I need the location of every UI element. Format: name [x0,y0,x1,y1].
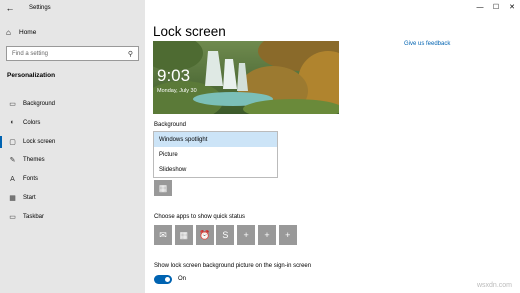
main-content: — ☐ ✕ Lock screen Give us feedback 9:03 … [145,0,520,293]
sidebar-nav: ▭ Background ◐ Colors ▢ Lock screen ✎ Th… [0,95,145,227]
sidebar-item-themes[interactable]: ✎ Themes [0,151,145,169]
plus-icon: + [285,230,291,240]
image-icon: ▭ [9,101,16,108]
home-icon: ⌂ [6,28,11,37]
window-controls: — ☐ ✕ [472,0,520,14]
back-arrow-icon[interactable]: ← [3,1,17,15]
maximize-icon[interactable]: ☐ [488,0,504,14]
page-title: Lock screen [153,24,226,39]
search-input[interactable]: Find a setting ⚲ [6,46,139,61]
alarm-icon: ⏰ [198,229,211,240]
dropdown-option-picture[interactable]: Picture [154,147,277,162]
sidebar-item-fonts[interactable]: A Fonts [0,170,145,188]
dropdown-option-slideshow[interactable]: Slideshow [154,162,277,177]
plus-icon: + [243,230,249,240]
calendar-icon: ▦ [179,229,189,240]
calendar-icon: ▦ [158,182,168,193]
quick-status-alarm-button[interactable]: ⏰ [195,225,214,245]
start-icon: ▦ [9,194,16,202]
minimize-icon[interactable]: — [472,0,488,14]
quick-status-mail-button[interactable]: ✉ [154,225,172,245]
search-placeholder: Find a setting [12,50,49,57]
sidebar-item-label: Start [23,194,36,201]
lock-screen-preview: 9:03 Monday, July 30 [153,41,339,114]
close-icon[interactable]: ✕ [504,0,520,14]
preview-date: Monday, July 30 [157,88,197,94]
sidebar-item-label: Lock screen [23,138,56,145]
show-bg-signin-label: Show lock screen background picture on t… [154,263,312,269]
preview-time: 9:03 [157,66,191,85]
sidebar-item-background[interactable]: ▭ Background [0,95,145,113]
background-dropdown[interactable]: Windows spotlight Picture Slideshow [153,131,278,178]
sidebar-item-label: Themes [23,157,45,164]
window-title: Settings [29,5,51,11]
sidebar-item-start[interactable]: ▦ Start [0,189,145,207]
background-label: Background [154,122,187,128]
skype-icon: S [222,230,229,240]
quick-status-add-button[interactable]: + [278,225,297,245]
plus-icon: + [264,230,270,240]
sidebar-item-taskbar[interactable]: ▭ Taskbar [0,208,145,226]
settings-window: ← Settings ⌂ Home Find a setting ⚲ Perso… [0,0,520,293]
detailed-status-app-button[interactable]: ▦ [154,180,172,196]
sidebar-item-label: Background [23,101,56,107]
mail-icon: ✉ [159,229,167,240]
sidebar-item-lock-screen[interactable]: ▢ Lock screen [0,133,145,151]
show-bg-signin-toggle[interactable] [154,275,172,284]
toggle-state-label: On [178,276,187,282]
sidebar: ← Settings ⌂ Home Find a setting ⚲ Perso… [0,0,145,293]
brush-icon: ✎ [9,157,16,165]
lock-screen-icon: ▢ [9,138,16,146]
sidebar-item-label: Fonts [23,176,39,183]
quick-status-add-button[interactable]: + [257,225,276,245]
feedback-link[interactable]: Give us feedback [404,41,450,47]
title-bar: ← Settings [0,0,145,16]
quick-status-skype-button[interactable]: S [216,225,235,245]
palette-icon: ◐ [10,119,15,127]
section-title: Personalization [7,72,56,79]
taskbar-icon: ▭ [9,213,16,221]
font-icon: A [10,175,15,183]
sidebar-item-colors[interactable]: ◐ Colors [0,114,145,132]
home-label: Home [19,29,37,36]
watermark: wsxdn.com [476,282,512,289]
toggle-knob [165,277,170,282]
quick-status-add-button[interactable]: + [237,225,256,245]
home-link[interactable]: ⌂ Home [6,28,36,37]
dropdown-option-windows-spotlight[interactable]: Windows spotlight [154,132,277,147]
sidebar-item-label: Taskbar [23,213,45,220]
quick-status-calendar-button[interactable]: ▦ [174,225,193,245]
quick-status-apps: ✉ ▦ ⏰ S + + + [154,225,300,245]
sidebar-item-label: Colors [23,119,41,126]
search-icon: ⚲ [127,50,133,58]
quick-status-label: Choose apps to show quick status [154,214,246,220]
